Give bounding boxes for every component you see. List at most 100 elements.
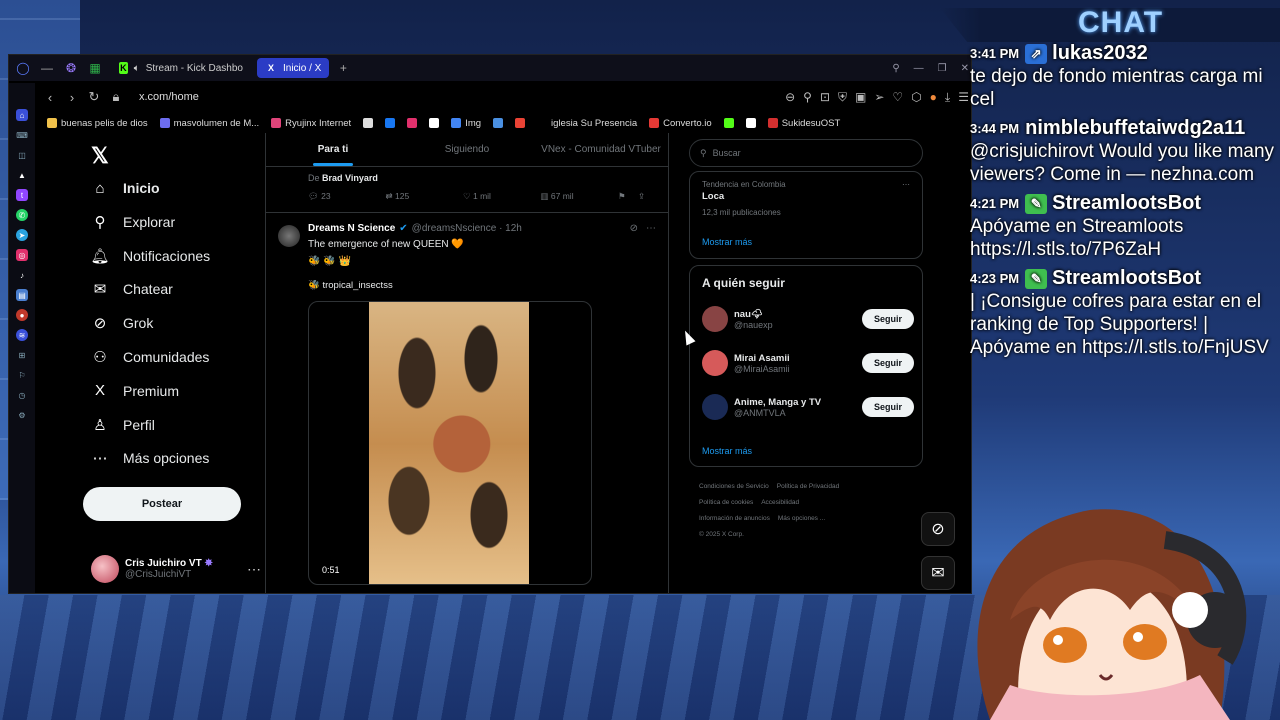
sheets-icon[interactable]: ▦ [85,58,105,78]
bookmark-item[interactable]: Ryujinx Internet [271,118,351,129]
bookmark-item[interactable] [429,118,440,128]
follow-handle[interactable]: @MiraiAsamii [734,364,790,374]
snapshot-icon[interactable]: ⊡ [820,90,830,105]
trend-show-more[interactable]: Mostrar más [702,237,910,247]
home-sidebar-icon[interactable]: ⌂ [16,109,28,121]
trend-title[interactable]: Loca [702,191,910,202]
bookmark-item[interactable]: masvolumen de M... [159,118,259,129]
bookmark-item[interactable]: Converto.io [649,118,712,129]
avatar[interactable] [702,394,728,420]
follow-show-more[interactable]: Mostrar más [702,446,752,456]
footer-link[interactable]: Información de anuncios [699,515,770,522]
telegram-icon[interactable]: ➤ [16,229,28,241]
by-name[interactable]: Brad Vinyard [322,173,378,183]
tweet-handle[interactable]: @dreamsNscience · 12h [412,223,522,234]
repost-button[interactable]: ⇄ 125 [386,191,464,202]
footer-link[interactable]: Más opciones ... [778,515,825,522]
settings-icon[interactable]: ⚙ [16,409,28,421]
tiktok-icon[interactable]: ♪ [16,269,28,281]
apps-icon[interactable]: ⊞ [16,349,28,361]
url-field[interactable]: x.com/home [139,91,199,103]
history-icon[interactable]: ◷ [16,389,28,401]
follow-name[interactable]: nau🌩 [734,309,773,320]
post-button[interactable]: Postear [83,487,241,521]
reply-button[interactable]: 💬︎ 23 [308,191,386,202]
extensions-icon[interactable]: ⬡ [911,90,921,105]
opera-logo-icon[interactable]: ◯ [13,58,33,78]
nav-item-comunidades[interactable]: ⚇ Comunidades [91,348,209,366]
download-icon[interactable]: ⤓ [945,90,950,105]
follow-suggestion[interactable]: Anime, Manga y TV @ANMTVLA Seguir [702,392,914,422]
follow-button[interactable]: Seguir [861,397,914,417]
pin-icon[interactable]: ⚐ [16,369,28,381]
heart-icon[interactable]: ♡ [892,90,903,105]
footer-link[interactable]: Condiciones de Servicio [699,483,769,490]
minimize-icon[interactable]: — [914,63,924,74]
nav-item-chatear[interactable]: ✉ Chatear [91,280,173,298]
tab-siguiendo[interactable]: Siguiendo [400,133,534,166]
nav-item-premium[interactable]: X Premium [91,382,179,400]
bookmark-item[interactable] [723,118,734,128]
tab-kick-dashboard[interactable]: K 🔈︎ Stream - Kick Dashbo [111,58,251,78]
footer-link[interactable]: Accesibilidad [761,499,799,506]
nav-item-inicio[interactable]: ⌂ Inicio [91,179,159,197]
nav-item-notificaciones[interactable]: 🔔︎ Notificaciones [90,247,210,265]
bookmark-item[interactable] [493,118,504,128]
bookmark-item[interactable]: SukidesuOST [767,118,840,129]
nav-item-perfil[interactable]: ♙ Perfil [91,416,155,434]
follow-suggestion[interactable]: Mirai Asamii @MiraiAsamii Seguir [702,348,914,378]
search-input[interactable]: ⚲ Buscar [689,139,923,167]
forward-icon[interactable]: › [61,90,83,105]
bookmark-item[interactable] [407,118,418,128]
reload-icon[interactable]: ↻ [83,89,105,105]
profile-ext-icon[interactable]: ● [930,90,937,105]
zoom-icon[interactable]: ⊖ [785,90,795,105]
avatar[interactable] [702,306,728,332]
pin-page-icon[interactable]: ⚲ [803,90,812,105]
extension-icon[interactable]: ❂ [61,58,81,78]
bookmark-item[interactable]: iglesia Su Presencia [537,118,637,129]
instagram-icon[interactable]: ◎ [16,249,28,261]
more-icon[interactable]: ⋯ [646,223,656,234]
close-icon[interactable]: ✕ [961,63,969,74]
red-app-icon[interactable]: ● [16,309,28,321]
grok-icon[interactable]: ⊘ [630,223,638,234]
follow-handle[interactable]: @ANMTVLA [734,408,821,418]
follow-handle[interactable]: @nauexp [734,320,773,330]
shield-icon[interactable]: ⛨ [838,90,847,105]
bookmark-item[interactable] [385,118,396,128]
like-button[interactable]: ♡ 1 mil [463,191,541,202]
follow-name[interactable]: Mirai Asamii [734,353,790,364]
notes-icon[interactable]: ▤ [16,289,28,301]
maximize-icon[interactable]: ❐ [938,63,947,74]
footer-link[interactable]: Política de cookies [699,499,753,506]
avatar[interactable] [702,350,728,376]
camera-icon[interactable]: ▣ [855,90,866,105]
bookmark-item[interactable]: Img [451,118,481,129]
aria-icon[interactable]: ▲ [16,169,28,181]
controller-icon[interactable]: ◫ [16,149,28,161]
footer-link[interactable]: Política de Privacidad [777,483,840,490]
new-tab-icon[interactable]: + [333,58,353,78]
follow-suggestion[interactable]: nau🌩 @nauexp Seguir [702,304,914,334]
back-icon[interactable]: ‹ [39,90,61,105]
bookmark-item[interactable] [745,118,756,128]
tab-x-home[interactable]: X Inicio / X [257,58,330,78]
spotify-icon[interactable]: ≋ [16,329,28,341]
more-icon[interactable]: ⋯ [247,561,261,578]
follow-button[interactable]: Seguir [861,309,914,329]
send-icon[interactable]: ➢ [874,90,884,105]
tab-vnex-community[interactable]: VNex - Comunidad VTuber [534,133,668,166]
previous-tweet[interactable]: De Brad Vinyard 💬︎ 23 ⇄ 125 ♡ 1 mil ▥ 67… [266,167,668,213]
minimize-tabs-icon[interactable]: — [37,58,57,78]
tweet[interactable]: Dreams N Science ✔ @dreamsNscience · 12h… [266,213,668,593]
tab-para-ti[interactable]: Para ti [266,133,400,166]
views-button[interactable]: ▥ 67 mil [541,191,619,202]
follow-button[interactable]: Seguir [861,353,914,373]
twitch-icon[interactable]: t [16,189,28,201]
tweet-video[interactable]: 0:51 [308,301,592,585]
x-logo-icon[interactable]: 𝕏 [91,143,109,169]
tweet-author[interactable]: Dreams N Science [308,223,395,234]
bookmark-item[interactable] [515,118,526,128]
bookmark-icon[interactable]: ⚑ [618,191,638,202]
